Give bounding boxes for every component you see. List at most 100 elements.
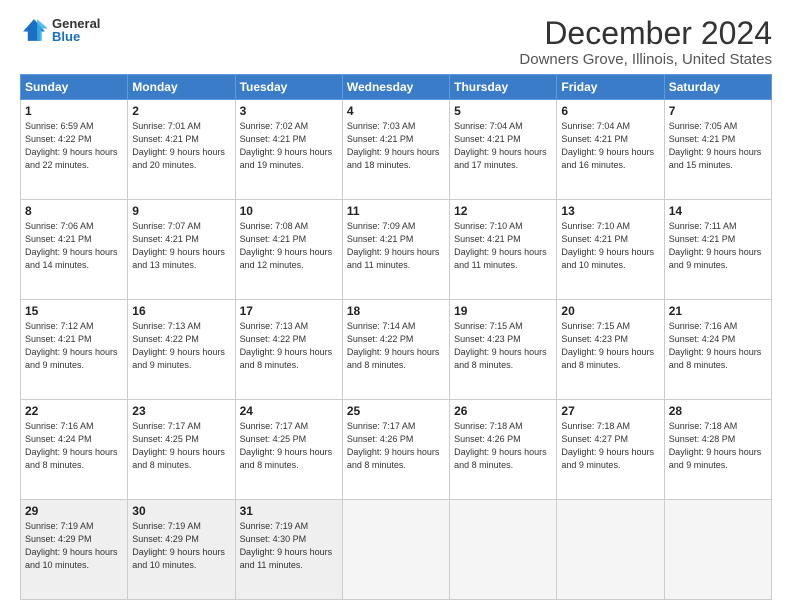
table-row: 2 Sunrise: 7:01 AMSunset: 4:21 PMDayligh… xyxy=(128,100,235,200)
day-number: 24 xyxy=(240,404,338,418)
table-row xyxy=(342,500,449,600)
table-row: 7 Sunrise: 7:05 AMSunset: 4:21 PMDayligh… xyxy=(664,100,771,200)
table-row: 16 Sunrise: 7:13 AMSunset: 4:22 PMDaylig… xyxy=(128,300,235,400)
day-info: Sunrise: 7:17 AMSunset: 4:25 PMDaylight:… xyxy=(132,421,225,470)
col-sunday: Sunday xyxy=(21,75,128,100)
table-row: 28 Sunrise: 7:18 AMSunset: 4:28 PMDaylig… xyxy=(664,400,771,500)
logo-icon xyxy=(20,16,48,44)
table-row: 18 Sunrise: 7:14 AMSunset: 4:22 PMDaylig… xyxy=(342,300,449,400)
main-title: December 2024 xyxy=(519,16,772,51)
day-info: Sunrise: 7:05 AMSunset: 4:21 PMDaylight:… xyxy=(669,121,762,170)
calendar-header-row: Sunday Monday Tuesday Wednesday Thursday… xyxy=(21,75,772,100)
day-number: 14 xyxy=(669,204,767,218)
day-number: 4 xyxy=(347,104,445,118)
day-number: 28 xyxy=(669,404,767,418)
col-wednesday: Wednesday xyxy=(342,75,449,100)
day-number: 26 xyxy=(454,404,552,418)
day-number: 11 xyxy=(347,204,445,218)
table-row: 25 Sunrise: 7:17 AMSunset: 4:26 PMDaylig… xyxy=(342,400,449,500)
table-row: 20 Sunrise: 7:15 AMSunset: 4:23 PMDaylig… xyxy=(557,300,664,400)
table-row: 22 Sunrise: 7:16 AMSunset: 4:24 PMDaylig… xyxy=(21,400,128,500)
col-saturday: Saturday xyxy=(664,75,771,100)
day-info: Sunrise: 7:18 AMSunset: 4:26 PMDaylight:… xyxy=(454,421,547,470)
day-number: 2 xyxy=(132,104,230,118)
title-block: December 2024 Downers Grove, Illinois, U… xyxy=(519,16,772,68)
table-row xyxy=(450,500,557,600)
day-info: Sunrise: 7:01 AMSunset: 4:21 PMDaylight:… xyxy=(132,121,225,170)
day-info: Sunrise: 7:18 AMSunset: 4:28 PMDaylight:… xyxy=(669,421,762,470)
day-info: Sunrise: 7:13 AMSunset: 4:22 PMDaylight:… xyxy=(132,321,225,370)
day-info: Sunrise: 7:17 AMSunset: 4:26 PMDaylight:… xyxy=(347,421,440,470)
table-row: 10 Sunrise: 7:08 AMSunset: 4:21 PMDaylig… xyxy=(235,200,342,300)
day-number: 9 xyxy=(132,204,230,218)
table-row xyxy=(664,500,771,600)
day-info: Sunrise: 7:04 AMSunset: 4:21 PMDaylight:… xyxy=(561,121,654,170)
table-row: 3 Sunrise: 7:02 AMSunset: 4:21 PMDayligh… xyxy=(235,100,342,200)
table-row: 9 Sunrise: 7:07 AMSunset: 4:21 PMDayligh… xyxy=(128,200,235,300)
day-info: Sunrise: 7:17 AMSunset: 4:25 PMDaylight:… xyxy=(240,421,333,470)
day-info: Sunrise: 7:06 AMSunset: 4:21 PMDaylight:… xyxy=(25,221,118,270)
day-info: Sunrise: 7:03 AMSunset: 4:21 PMDaylight:… xyxy=(347,121,440,170)
day-number: 22 xyxy=(25,404,123,418)
col-tuesday: Tuesday xyxy=(235,75,342,100)
page: General Blue December 2024 Downers Grove… xyxy=(0,0,792,612)
day-number: 12 xyxy=(454,204,552,218)
day-number: 29 xyxy=(25,504,123,518)
day-number: 17 xyxy=(240,304,338,318)
table-row: 13 Sunrise: 7:10 AMSunset: 4:21 PMDaylig… xyxy=(557,200,664,300)
day-number: 15 xyxy=(25,304,123,318)
day-info: Sunrise: 7:04 AMSunset: 4:21 PMDaylight:… xyxy=(454,121,547,170)
table-row: 31 Sunrise: 7:19 AMSunset: 4:30 PMDaylig… xyxy=(235,500,342,600)
day-number: 21 xyxy=(669,304,767,318)
table-row: 27 Sunrise: 7:18 AMSunset: 4:27 PMDaylig… xyxy=(557,400,664,500)
calendar-week-row: 29 Sunrise: 7:19 AMSunset: 4:29 PMDaylig… xyxy=(21,500,772,600)
table-row: 24 Sunrise: 7:17 AMSunset: 4:25 PMDaylig… xyxy=(235,400,342,500)
table-row: 5 Sunrise: 7:04 AMSunset: 4:21 PMDayligh… xyxy=(450,100,557,200)
table-row: 23 Sunrise: 7:17 AMSunset: 4:25 PMDaylig… xyxy=(128,400,235,500)
logo-text: General Blue xyxy=(52,17,100,43)
col-monday: Monday xyxy=(128,75,235,100)
table-row: 6 Sunrise: 7:04 AMSunset: 4:21 PMDayligh… xyxy=(557,100,664,200)
day-info: Sunrise: 7:16 AMSunset: 4:24 PMDaylight:… xyxy=(25,421,118,470)
table-row: 30 Sunrise: 7:19 AMSunset: 4:29 PMDaylig… xyxy=(128,500,235,600)
day-info: Sunrise: 7:12 AMSunset: 4:21 PMDaylight:… xyxy=(25,321,118,370)
day-number: 27 xyxy=(561,404,659,418)
day-number: 23 xyxy=(132,404,230,418)
day-number: 18 xyxy=(347,304,445,318)
day-number: 7 xyxy=(669,104,767,118)
calendar-week-row: 8 Sunrise: 7:06 AMSunset: 4:21 PMDayligh… xyxy=(21,200,772,300)
day-number: 31 xyxy=(240,504,338,518)
logo-blue-text: Blue xyxy=(52,30,100,43)
table-row: 21 Sunrise: 7:16 AMSunset: 4:24 PMDaylig… xyxy=(664,300,771,400)
day-info: Sunrise: 7:02 AMSunset: 4:21 PMDaylight:… xyxy=(240,121,333,170)
day-info: Sunrise: 7:08 AMSunset: 4:21 PMDaylight:… xyxy=(240,221,333,270)
day-info: Sunrise: 7:19 AMSunset: 4:29 PMDaylight:… xyxy=(25,521,118,570)
table-row: 14 Sunrise: 7:11 AMSunset: 4:21 PMDaylig… xyxy=(664,200,771,300)
day-number: 13 xyxy=(561,204,659,218)
table-row: 17 Sunrise: 7:13 AMSunset: 4:22 PMDaylig… xyxy=(235,300,342,400)
calendar-week-row: 1 Sunrise: 6:59 AMSunset: 4:22 PMDayligh… xyxy=(21,100,772,200)
day-number: 1 xyxy=(25,104,123,118)
day-number: 16 xyxy=(132,304,230,318)
day-number: 10 xyxy=(240,204,338,218)
day-info: Sunrise: 6:59 AMSunset: 4:22 PMDaylight:… xyxy=(25,121,118,170)
table-row: 1 Sunrise: 6:59 AMSunset: 4:22 PMDayligh… xyxy=(21,100,128,200)
day-info: Sunrise: 7:11 AMSunset: 4:21 PMDaylight:… xyxy=(669,221,762,270)
col-thursday: Thursday xyxy=(450,75,557,100)
calendar-table: Sunday Monday Tuesday Wednesday Thursday… xyxy=(20,74,772,600)
subtitle: Downers Grove, Illinois, United States xyxy=(519,51,772,68)
day-info: Sunrise: 7:07 AMSunset: 4:21 PMDaylight:… xyxy=(132,221,225,270)
day-info: Sunrise: 7:14 AMSunset: 4:22 PMDaylight:… xyxy=(347,321,440,370)
day-info: Sunrise: 7:15 AMSunset: 4:23 PMDaylight:… xyxy=(454,321,547,370)
day-number: 19 xyxy=(454,304,552,318)
day-info: Sunrise: 7:19 AMSunset: 4:29 PMDaylight:… xyxy=(132,521,225,570)
calendar-week-row: 22 Sunrise: 7:16 AMSunset: 4:24 PMDaylig… xyxy=(21,400,772,500)
table-row: 12 Sunrise: 7:10 AMSunset: 4:21 PMDaylig… xyxy=(450,200,557,300)
table-row: 11 Sunrise: 7:09 AMSunset: 4:21 PMDaylig… xyxy=(342,200,449,300)
day-info: Sunrise: 7:15 AMSunset: 4:23 PMDaylight:… xyxy=(561,321,654,370)
table-row: 29 Sunrise: 7:19 AMSunset: 4:29 PMDaylig… xyxy=(21,500,128,600)
calendar-week-row: 15 Sunrise: 7:12 AMSunset: 4:21 PMDaylig… xyxy=(21,300,772,400)
table-row: 15 Sunrise: 7:12 AMSunset: 4:21 PMDaylig… xyxy=(21,300,128,400)
day-info: Sunrise: 7:13 AMSunset: 4:22 PMDaylight:… xyxy=(240,321,333,370)
table-row: 4 Sunrise: 7:03 AMSunset: 4:21 PMDayligh… xyxy=(342,100,449,200)
